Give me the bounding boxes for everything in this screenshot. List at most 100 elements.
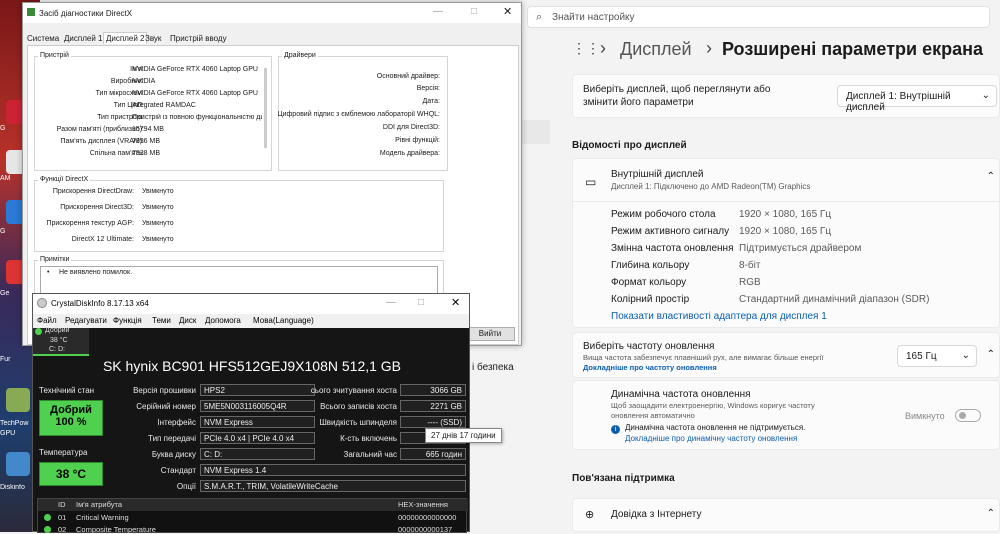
device-scrollbar[interactable] — [264, 68, 267, 148]
maximize-icon[interactable]: □ — [471, 6, 477, 17]
refresh-rate-value: 165 Гц — [906, 351, 937, 362]
dyn-title: Динамічна частота оновлення — [611, 389, 751, 400]
col-hex[interactable]: HEX-значення — [398, 500, 448, 509]
device-label: Разом пам'яті (приблизно): — [56, 126, 144, 133]
prop-value: 1920 × 1080, 165 Гц — [739, 226, 832, 237]
dyn-sub: Щоб заощадити електроенергію, Windows ко… — [611, 401, 815, 420]
help-internet-label: Довідка з Інтернету — [611, 509, 702, 520]
device-value: 7956 MB — [132, 138, 161, 145]
tab-display-2[interactable]: Дисплей 2 — [103, 32, 148, 44]
feature-value: Увімкнуто — [142, 188, 174, 195]
col-name[interactable]: Ім'я атрибута — [76, 500, 122, 509]
breadcrumb-display[interactable]: Дисплей — [620, 39, 692, 60]
display-select[interactable]: Дисплей 1: Внутрішній дисплей ⌄ — [837, 85, 997, 113]
table-row[interactable]: 01 Critical Warning 00000000000000 — [38, 512, 468, 523]
info-label: Версія прошивки — [133, 386, 196, 395]
info-label: Інтерфейс — [157, 418, 196, 427]
tab-input[interactable]: Пристрій вводу — [170, 34, 227, 43]
row-hex: 0000000000137 — [398, 525, 453, 534]
info-label: Всього записів хоста — [320, 402, 397, 411]
notes-box[interactable]: • Не виявлено помилок. — [40, 266, 438, 296]
info-value: C: D: — [200, 448, 315, 460]
menu-file[interactable]: Файл — [37, 316, 57, 325]
dyn-warning: Динамічна частота оновлення не підтримує… — [625, 423, 806, 432]
refresh-more-link[interactable]: Докладніше про частоту оновлення — [583, 363, 717, 372]
info-value: 5ME5N003116005Q4R — [200, 400, 315, 412]
display-info-header: Відомості про дисплей — [572, 140, 687, 151]
info-value: NVM Express — [200, 416, 315, 428]
cdi-titlebar: CrystalDiskInfo 8.17.13 x64 — □ ✕ — [33, 294, 469, 314]
row-id: 01 — [58, 513, 67, 522]
tab-display-1[interactable]: Дисплей 1 — [64, 34, 102, 43]
close-icon[interactable]: ✕ — [451, 296, 460, 309]
features-group-title: Функції DirectX — [38, 176, 91, 183]
menu-disk[interactable]: Диск — [179, 316, 196, 325]
prop-label: Режим активного сигналу — [611, 226, 730, 237]
internal-display-title: Внутрішній дисплей — [611, 169, 704, 180]
more-icon[interactable]: ⋮⋮ — [572, 40, 600, 57]
info-label: Тип передачі — [148, 434, 196, 443]
page-title: Розширені параметри екрана — [722, 39, 983, 59]
monitor-icon: ▭ — [585, 175, 597, 189]
feature-label: Прискорення DirectDraw: — [52, 188, 134, 195]
row-name: Composite Temperature — [76, 525, 156, 534]
feature-value: Увімкнуто — [142, 236, 174, 243]
search-placeholder: Знайти настройку — [552, 12, 635, 23]
drive-tab[interactable]: Добрий 38 °C C: D: — [33, 327, 89, 356]
feature-label: Прискорення текстур AGP: — [46, 220, 134, 227]
prop-label: Змінна частота оновлення — [611, 243, 734, 254]
minimize-icon[interactable]: — — [433, 6, 443, 17]
dyn-toggle[interactable] — [955, 409, 981, 422]
globe-icon: ⊕ — [585, 509, 595, 521]
device-value: NVIDIA GeForce RTX 4060 Laptop GPU — [132, 66, 258, 73]
notes-text: Не виявлено помилок. — [59, 269, 133, 276]
prop-label: Глибина кольору — [611, 260, 690, 271]
settings-window: ⌕ Знайти настройку ⋮⋮ › Дисплей › Розшир… — [472, 0, 1000, 532]
info-label: Загальний час — [343, 450, 397, 459]
choose-display-row: Виберіть дисплей, щоб переглянути або зм… — [572, 74, 1000, 118]
exit-button[interactable]: Вийти — [465, 327, 515, 341]
device-value: Integrated RAMDAC — [132, 102, 196, 109]
health-label: Технічний стан — [39, 386, 95, 395]
chevron-up-icon[interactable]: ⌃ — [987, 171, 995, 182]
refresh-title: Виберіть частоту оновлення — [583, 341, 715, 352]
driver-label: Модель драйвера: — [379, 150, 440, 157]
table-row[interactable]: 02 Composite Temperature 0000000000137 — [38, 524, 468, 534]
dyn-toggle-label: Вимкнуто — [905, 411, 945, 421]
menu-function[interactable]: Функція — [113, 316, 142, 325]
driver-label: Цифровий підпис з ємблемою лабораторії W… — [277, 111, 440, 118]
status-dot-icon — [35, 328, 42, 335]
menu-edit[interactable]: Редагувати — [65, 316, 107, 325]
row-name: Critical Warning — [76, 513, 129, 522]
chevron-up-icon[interactable]: ⌃ — [987, 508, 995, 519]
menu-language[interactable]: Мова(Language) — [253, 316, 314, 325]
driver-label: Рівні функцій: — [395, 137, 440, 144]
techpowerup-icon[interactable] — [6, 388, 30, 412]
menu-help[interactable]: Допомога — [205, 316, 241, 325]
prop-value: Підтримується драйвером — [739, 243, 862, 254]
diskinfo-icon[interactable] — [6, 452, 30, 476]
close-icon[interactable]: ✕ — [503, 5, 512, 18]
feature-value: Увімкнуто — [142, 220, 174, 227]
help-internet-row[interactable]: ⊕ Довідка з Інтернету ⌃ — [572, 498, 1000, 532]
refresh-rate-select[interactable]: 165 Гц ⌄ — [897, 345, 977, 367]
prop-value: RGB — [739, 277, 761, 288]
menu-themes[interactable]: Теми — [152, 316, 171, 325]
col-id[interactable]: ID — [58, 500, 66, 509]
tab-sound[interactable]: Звук — [145, 34, 161, 43]
dyn-more-link[interactable]: Докладніше про динамічну частоту оновлен… — [625, 434, 797, 443]
minimize-icon[interactable]: — — [386, 297, 396, 308]
info-value: 3066 GB — [400, 384, 466, 396]
chevron-up-icon[interactable]: ⌃ — [987, 349, 995, 360]
chevron-down-icon: ⌄ — [981, 90, 990, 101]
choose-display-text: Виберіть дисплей, щоб переглянути або зм… — [583, 84, 771, 108]
maximize-icon[interactable]: □ — [418, 297, 424, 308]
dxdiag-icon — [27, 8, 35, 16]
attribute-table[interactable]: ID Ім'я атрибута HEX-значення 01 Critica… — [37, 498, 468, 534]
tab-system[interactable]: Система — [27, 34, 59, 43]
search-box[interactable]: ⌕ Знайти настройку — [527, 6, 990, 28]
driver-label: Версія: — [416, 85, 440, 92]
search-icon: ⌕ — [536, 11, 543, 23]
adapter-properties-link[interactable]: Показати властивості адаптера для диспле… — [611, 311, 827, 322]
dynamic-refresh-row: Динамічна частота оновлення Щоб заощадит… — [572, 380, 1000, 450]
